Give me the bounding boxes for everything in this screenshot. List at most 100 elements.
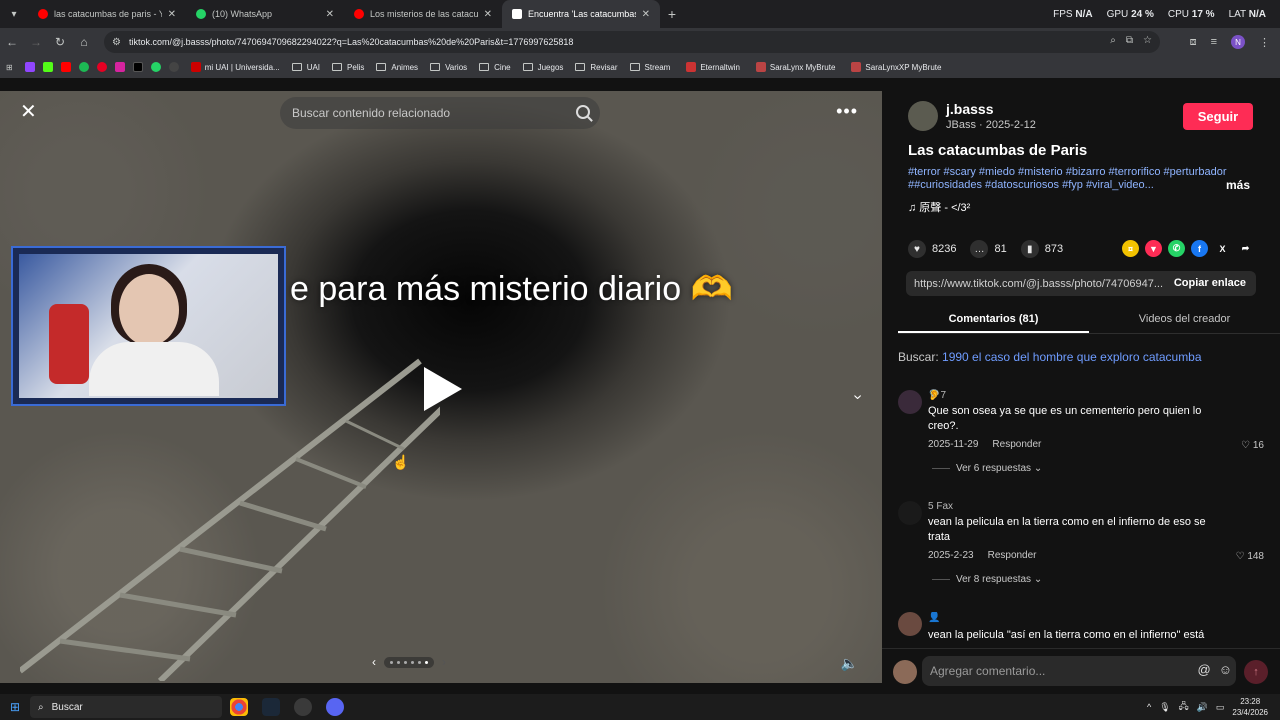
- chrome-icon[interactable]: [230, 698, 248, 716]
- carousel-dot[interactable]: [411, 660, 414, 664]
- volume-icon[interactable]: 🔈: [841, 655, 858, 672]
- save-action[interactable]: ▮ 873: [1020, 240, 1063, 258]
- comment-action[interactable]: … 81: [970, 240, 1007, 258]
- facebook-share-icon[interactable]: f: [1191, 240, 1208, 257]
- share-arrow-icon[interactable]: ➦: [1237, 240, 1254, 257]
- browser-tab-tiktok[interactable]: Encuentra 'Las catacumbas de P ✕: [502, 0, 660, 28]
- address-bar[interactable]: ⚙ tiktok.com/@j.basss/photo/747069470968…: [104, 31, 1160, 53]
- site-info-icon[interactable]: ⚙: [112, 37, 121, 48]
- windows-start-icon[interactable]: ⊞: [0, 700, 30, 714]
- close-viewer-icon[interactable]: ✕: [20, 99, 37, 124]
- steam-icon[interactable]: [262, 698, 280, 716]
- music-info[interactable]: ♫ 原聲 - </3²: [908, 199, 970, 215]
- twitch-icon[interactable]: [24, 62, 35, 72]
- more-link[interactable]: más: [1226, 178, 1250, 192]
- comment-icon[interactable]: …: [970, 240, 989, 258]
- copy-link-button[interactable]: Copiar enlace: [1174, 277, 1246, 289]
- search-icon[interactable]: [576, 105, 590, 119]
- reply-button[interactable]: Responder: [992, 439, 1041, 450]
- carousel-dot[interactable]: [404, 660, 407, 664]
- tray-chevron-icon[interactable]: ^: [1147, 702, 1151, 712]
- home-icon[interactable]: ⌂: [72, 35, 96, 49]
- battery-icon[interactable]: ▭: [1216, 702, 1225, 713]
- bookmark-folder-animes[interactable]: Animes: [376, 63, 418, 72]
- suggested-search-link[interactable]: 1990 el caso del hombre que exploro cata…: [942, 350, 1202, 364]
- bookmark-folder-juegos[interactable]: Juegos: [522, 63, 563, 72]
- kick-icon[interactable]: [42, 62, 53, 72]
- bookmark-eternaltwin[interactable]: Eternaltwin: [682, 62, 740, 72]
- follow-button[interactable]: Seguir: [1183, 103, 1253, 130]
- commenter-name[interactable]: 🦻7: [928, 390, 946, 401]
- carousel-dot[interactable]: [390, 660, 393, 664]
- like-action[interactable]: ♥ 8236: [908, 240, 956, 258]
- emoji-icon[interactable]: ☺: [1219, 662, 1232, 677]
- forward-arrow-icon[interactable]: →: [24, 35, 48, 49]
- network-icon[interactable]: 🖧: [1179, 699, 1189, 715]
- share-link-url[interactable]: https://www.tiktok.com/@j.basss/photo/74…: [914, 278, 1163, 290]
- apps-grid-icon[interactable]: ⊞: [6, 63, 13, 72]
- commenter-avatar[interactable]: [898, 612, 922, 636]
- browser-tab-youtube[interactable]: las catacumbas de paris - YouTu ✕: [28, 0, 186, 28]
- extensions-icon[interactable]: ⧈: [1190, 36, 1197, 49]
- bookmark-mybrute-xp[interactable]: SaraLynxXP MyBrute: [847, 62, 941, 72]
- install-app-icon[interactable]: ⧉: [1126, 35, 1133, 46]
- bookmark-icon[interactable]: ▮: [1020, 240, 1039, 258]
- author-avatar[interactable]: [908, 101, 938, 131]
- heart-icon[interactable]: ♥: [908, 240, 926, 258]
- tab-comments[interactable]: Comentarios (81): [898, 306, 1089, 333]
- close-tab-icon[interactable]: ✕: [168, 9, 176, 20]
- related-search-input[interactable]: Buscar contenido relacionado: [280, 97, 600, 129]
- discord-icon[interactable]: [326, 698, 344, 716]
- commenter-name[interactable]: 5 Fax: [928, 501, 953, 512]
- bookmark-uai-site[interactable]: mi UAI | Universida...: [187, 62, 280, 72]
- browser-tab-whatsapp[interactable]: (10) WhatsApp ✕: [186, 0, 344, 28]
- youtube-icon[interactable]: [60, 62, 71, 72]
- comment-like[interactable]: ♡ 148: [1236, 551, 1264, 562]
- speaker-icon[interactable]: 🔊: [1197, 702, 1208, 713]
- bookmark-mybrute[interactable]: SaraLynx MyBrute: [752, 62, 835, 72]
- github-icon[interactable]: [168, 62, 179, 72]
- taskbar-search[interactable]: ⌕ Buscar: [30, 696, 222, 718]
- carousel-dot-active[interactable]: [425, 660, 428, 664]
- carousel-dot[interactable]: [418, 660, 421, 664]
- system-clock[interactable]: 23:28 23/4/2026: [1232, 696, 1268, 718]
- reading-list-icon[interactable]: ≡: [1211, 36, 1217, 48]
- tiktok-icon[interactable]: [132, 62, 143, 72]
- browser-menu-icon[interactable]: ⋮: [1259, 36, 1270, 49]
- bookmark-folder-pelis[interactable]: Pelis: [332, 63, 364, 72]
- close-tab-icon[interactable]: ✕: [326, 9, 334, 20]
- zoom-icon[interactable]: ⌕: [1110, 35, 1116, 46]
- view-replies-button[interactable]: Ver 6 respuestas ⌄: [932, 463, 1042, 474]
- commenter-avatar[interactable]: [898, 390, 922, 414]
- bookmark-folder-revisar[interactable]: Revisar: [575, 63, 618, 72]
- x-share-icon[interactable]: X: [1214, 240, 1231, 257]
- bookmark-star-icon[interactable]: ☆: [1143, 35, 1152, 46]
- repost-icon[interactable]: ▼: [1145, 240, 1162, 257]
- send-comment-icon[interactable]: ↑: [1244, 660, 1268, 684]
- author-info[interactable]: j.basss JBass · 2025-2-12: [908, 101, 1036, 131]
- commenter-name[interactable]: 👤: [928, 612, 940, 623]
- back-arrow-icon[interactable]: ←: [0, 35, 24, 49]
- whatsapp-icon[interactable]: [150, 62, 161, 72]
- post-hashtags[interactable]: #terror #scary #miedo #misterio #bizarro…: [908, 166, 1253, 192]
- close-tab-icon[interactable]: ✕: [642, 9, 650, 20]
- tab-creator-videos[interactable]: Videos del creador: [1089, 306, 1280, 333]
- coin-share-icon[interactable]: ¤: [1122, 240, 1139, 257]
- more-options-icon[interactable]: •••: [836, 101, 858, 122]
- tab-search-menu-icon[interactable]: ▾: [0, 0, 28, 28]
- previous-photo-icon[interactable]: ‹: [372, 655, 376, 669]
- comment-like[interactable]: ♡ 16: [1241, 440, 1264, 451]
- comment-input[interactable]: Agregar comentario... @ ☺: [922, 656, 1236, 686]
- next-photo-icon[interactable]: ›: [442, 655, 446, 669]
- pinterest-icon[interactable]: [96, 62, 107, 72]
- mention-icon[interactable]: @: [1198, 662, 1211, 677]
- profile-avatar[interactable]: N: [1231, 35, 1245, 49]
- whatsapp-share-icon[interactable]: ✆: [1168, 240, 1185, 257]
- spotify-icon[interactable]: [78, 62, 89, 72]
- reload-icon[interactable]: ↻: [48, 35, 72, 49]
- play-icon[interactable]: [424, 367, 462, 411]
- browser-tab-youtube-2[interactable]: Los misterios de las catacumba ✕: [344, 0, 502, 28]
- close-tab-icon[interactable]: ✕: [484, 9, 492, 20]
- carousel-dot[interactable]: [397, 660, 400, 664]
- microphone-icon[interactable]: 🎙: [1159, 702, 1170, 713]
